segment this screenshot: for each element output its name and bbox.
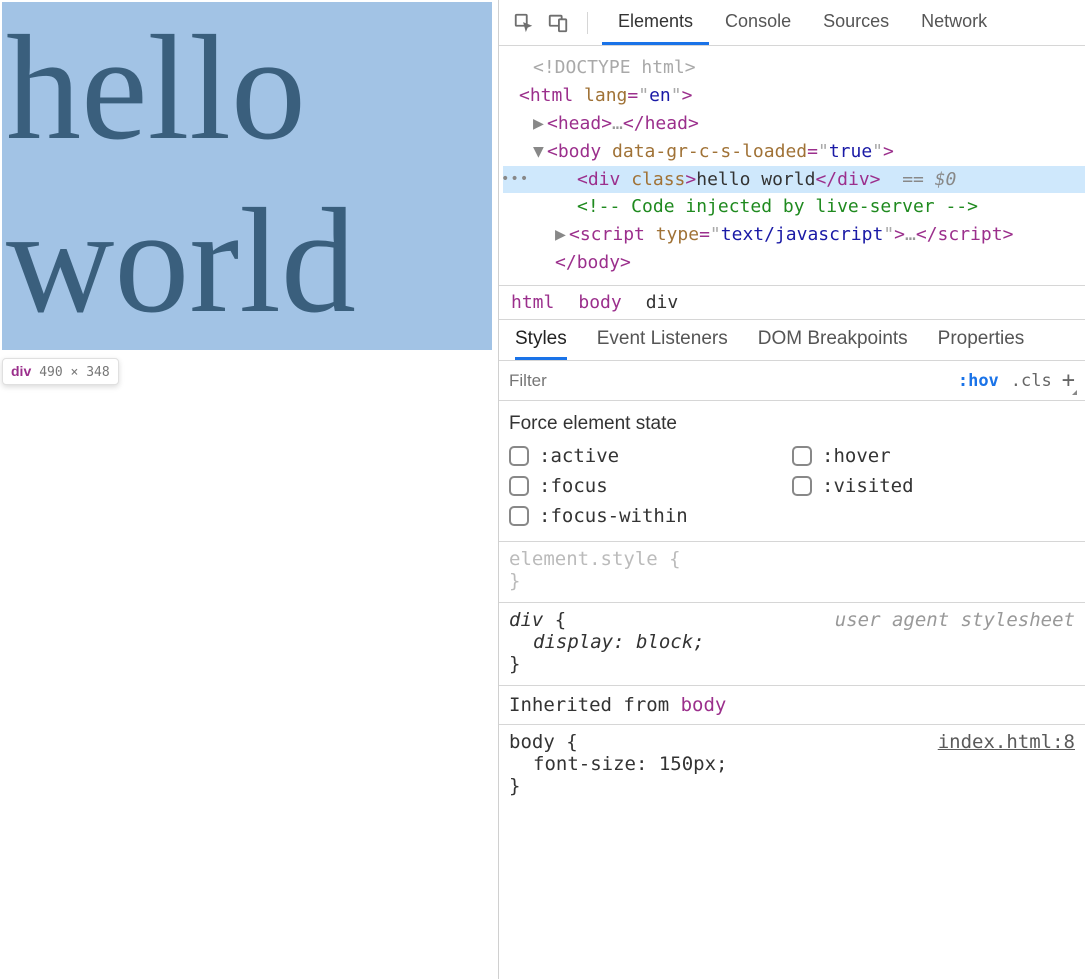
dom-html-open[interactable]: <html lang="en"> [503, 82, 1085, 110]
rule-source-link[interactable]: index.html:8 [938, 731, 1075, 753]
hov-toggle[interactable]: :hov [958, 371, 999, 391]
add-rule-icon[interactable]: + [1062, 368, 1075, 393]
tab-elements[interactable]: Elements [602, 0, 709, 45]
state-hover[interactable]: :hover [792, 445, 1075, 467]
inspect-icon[interactable] [509, 8, 539, 38]
styles-subtabs: Styles Event Listeners DOM Breakpoints P… [499, 319, 1085, 361]
devtools-toolbar: Elements Console Sources Network [499, 0, 1085, 46]
dom-body-close[interactable]: </body> [503, 249, 1085, 277]
style-rules: element.style { } user agent stylesheet … [499, 542, 1085, 979]
force-element-state: Force element state :active :hover :focu… [499, 401, 1085, 542]
dimension-tooltip: div 490 × 348 [2, 358, 119, 385]
dom-head[interactable]: ▶<head>…</head> [503, 110, 1085, 138]
breadcrumb: html body div [499, 285, 1085, 319]
tab-network[interactable]: Network [905, 0, 1003, 45]
checkbox-icon[interactable] [509, 506, 529, 526]
tooltip-dims: 490 × 348 [39, 365, 109, 380]
inherited-header: Inherited from body [499, 686, 1085, 725]
checkbox-icon[interactable] [509, 476, 529, 496]
dom-body-open[interactable]: ▼<body data-gr-c-s-loaded="true"> [503, 138, 1085, 166]
dom-selected-div[interactable]: •••<div class>hello world</div> == $0 [503, 166, 1085, 194]
dom-script[interactable]: ▶<script type="text/javascript">…</scrip… [503, 221, 1085, 249]
tab-sources[interactable]: Sources [807, 0, 905, 45]
toolbar-separator [587, 12, 588, 34]
dom-tree[interactable]: <!DOCTYPE html> <html lang="en"> ▶<head>… [499, 46, 1085, 285]
decl-font-size[interactable]: font-size: 150px; [509, 753, 1075, 775]
state-focus[interactable]: :focus [509, 475, 792, 497]
ellipsis-icon[interactable]: ••• [501, 169, 529, 191]
dom-doctype[interactable]: <!DOCTYPE html> [503, 54, 1085, 82]
decl-display-block[interactable]: display: block; [509, 631, 1075, 653]
device-toggle-icon[interactable] [543, 8, 573, 38]
devtools: Elements Console Sources Network <!DOCTY… [499, 0, 1085, 979]
subtab-styles[interactable]: Styles [515, 320, 567, 360]
subtab-event-listeners[interactable]: Event Listeners [597, 320, 728, 360]
selector-body: body [509, 731, 555, 753]
cls-toggle[interactable]: .cls [1011, 371, 1052, 391]
force-state-title: Force element state [509, 413, 1075, 435]
page-preview: hello world div 490 × 348 [0, 0, 499, 979]
breadcrumb-div[interactable]: div [646, 292, 679, 313]
checkbox-icon[interactable] [792, 476, 812, 496]
dom-comment[interactable]: <!-- Code injected by live-server --> [503, 193, 1085, 221]
chevron-down-icon[interactable]: ▼ [533, 138, 547, 166]
subtab-properties[interactable]: Properties [938, 320, 1025, 360]
chevron-right-icon[interactable]: ▶ [533, 110, 547, 138]
tab-console[interactable]: Console [709, 0, 807, 45]
state-visited[interactable]: :visited [792, 475, 1075, 497]
breadcrumb-html[interactable]: html [511, 292, 554, 313]
preview-highlighted-div[interactable]: hello world [2, 2, 492, 350]
breadcrumb-body[interactable]: body [578, 292, 621, 313]
styles-filter-row: :hov .cls + [499, 361, 1085, 401]
checkbox-icon[interactable] [792, 446, 812, 466]
checkbox-icon[interactable] [509, 446, 529, 466]
devtools-tabs: Elements Console Sources Network [602, 0, 1003, 45]
rule-div[interactable]: user agent stylesheet div { display: blo… [499, 603, 1085, 686]
state-focus-within[interactable]: :focus-within [509, 505, 792, 527]
tooltip-tag: div [11, 363, 31, 379]
state-active[interactable]: :active [509, 445, 792, 467]
rule-source-ua: user agent stylesheet [835, 609, 1075, 631]
styles-filter-input[interactable] [509, 371, 958, 391]
selector-div: div [509, 609, 543, 631]
subtab-dom-breakpoints[interactable]: DOM Breakpoints [758, 320, 908, 360]
rule-body[interactable]: index.html:8 body { font-size: 150px; } [499, 725, 1085, 807]
rule-element-style[interactable]: element.style { } [499, 542, 1085, 603]
chevron-right-icon[interactable]: ▶ [555, 221, 569, 249]
